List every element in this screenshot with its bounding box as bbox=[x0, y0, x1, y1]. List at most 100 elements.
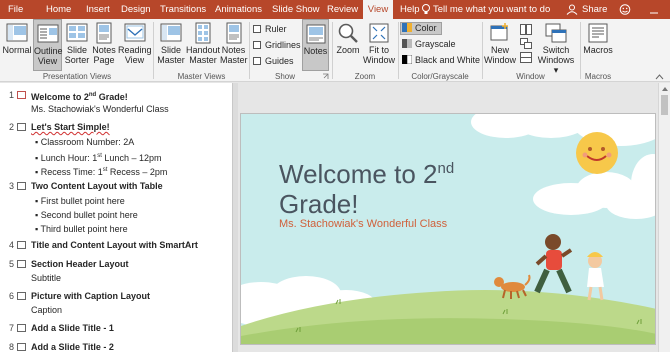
tab-review[interactable]: Review bbox=[327, 0, 358, 19]
notes-page-button[interactable]: Notes Page bbox=[91, 19, 117, 71]
group-label-show: Show bbox=[274, 72, 295, 81]
color-button[interactable]: Color bbox=[402, 22, 437, 35]
smiley-feedback-icon[interactable] bbox=[619, 4, 631, 15]
tab-home[interactable]: Home bbox=[46, 0, 71, 19]
new-window-button[interactable]: New Window bbox=[484, 19, 516, 71]
guides-checkbox[interactable]: Guides bbox=[253, 55, 294, 68]
outline-title[interactable]: Let's Start Simple! bbox=[31, 119, 110, 135]
lightbulb-icon bbox=[422, 4, 430, 14]
outline-title[interactable]: Add a Slide Title - 2 bbox=[31, 339, 114, 352]
tab-slide-show[interactable]: Slide Show bbox=[272, 0, 320, 19]
scroll-up-arrow-icon[interactable] bbox=[660, 85, 670, 93]
notes-page-icon bbox=[96, 22, 112, 44]
outline-title[interactable]: Add a Slide Title - 1 bbox=[31, 320, 114, 336]
group-label-macros: Macros bbox=[584, 72, 612, 81]
slide-thumbnail-icon bbox=[17, 91, 26, 99]
grayscale-swatch-icon bbox=[402, 39, 412, 48]
tab-view[interactable]: View bbox=[363, 0, 393, 19]
macros-icon bbox=[588, 23, 608, 43]
tell-me-search[interactable]: Tell me what you want to do bbox=[433, 0, 550, 19]
reading-view-button[interactable]: Reading View bbox=[118, 19, 152, 71]
outline-subtitle[interactable]: Subtitle bbox=[0, 270, 232, 286]
slide-thumbnail-icon bbox=[17, 123, 26, 131]
gridlines-checkbox[interactable]: Gridlines bbox=[253, 39, 301, 52]
group-separator bbox=[153, 22, 154, 79]
tab-insert[interactable]: Insert bbox=[86, 0, 110, 19]
outline-subtitle[interactable]: Ms. Stachowiak's Wonderful Class bbox=[0, 101, 232, 117]
checkbox-box bbox=[253, 41, 261, 49]
slide-canvas[interactable]: Welcome to 2nd Grade! Ms. Stachowiak's W… bbox=[240, 113, 656, 345]
share-button[interactable]: Share bbox=[582, 0, 607, 19]
notes-master-icon bbox=[226, 22, 241, 44]
tab-animations[interactable]: Animations bbox=[215, 0, 262, 19]
kids-and-dog-illustration bbox=[494, 234, 604, 301]
handout-master-icon bbox=[195, 22, 211, 44]
tab-help[interactable]: Help bbox=[400, 0, 420, 19]
vertical-scrollbar[interactable] bbox=[658, 83, 670, 352]
slide-thumbnail-icon bbox=[17, 182, 26, 190]
outline-bullet[interactable]: ▪ Third bullet point here bbox=[0, 221, 232, 237]
checkbox-box bbox=[253, 57, 261, 65]
normal-view-icon bbox=[6, 23, 28, 42]
outline-slide-3[interactable]: 3 Two Content Layout with Table bbox=[0, 178, 232, 194]
outline-slide-8[interactable]: 8 Add a Slide Title - 2 bbox=[0, 339, 232, 352]
ruler-checkbox[interactable]: Ruler bbox=[253, 23, 287, 36]
slide-title[interactable]: Welcome to 2nd Grade! bbox=[279, 154, 599, 219]
minimize-ribbon-icon[interactable] bbox=[648, 4, 660, 15]
switch-windows-icon bbox=[545, 23, 567, 43]
move-split-icon[interactable] bbox=[520, 52, 532, 63]
slide-sorter-button[interactable]: Slide Sorter bbox=[63, 19, 91, 71]
group-label-presentation-views: Presentation Views bbox=[42, 72, 112, 81]
group-label-color-grayscale: Color/Grayscale bbox=[411, 72, 469, 81]
outline-pane[interactable]: 1 Welcome to 2nd Grade! Ms. Stachowiak's… bbox=[0, 83, 232, 352]
dialog-launcher-icon[interactable] bbox=[322, 73, 329, 80]
outline-view-button[interactable]: Outline View bbox=[33, 19, 63, 71]
handout-master-button[interactable]: Handout Master bbox=[186, 19, 220, 71]
slide-subtitle[interactable]: Ms. Stachowiak's Wonderful Class bbox=[279, 218, 447, 230]
ribbon-view: Normal Outline View Slide Sorter Notes P… bbox=[0, 19, 670, 82]
checkbox-box bbox=[253, 25, 261, 33]
switch-windows-button[interactable]: Switch Windows ▾ bbox=[536, 19, 576, 75]
slide-master-button[interactable]: Slide Master bbox=[156, 19, 186, 71]
macros-button[interactable]: Macros bbox=[582, 19, 614, 71]
outline-slide-4[interactable]: 4 Title and Content Layout with SmartArt bbox=[0, 237, 232, 253]
tab-design[interactable]: Design bbox=[121, 0, 151, 19]
reading-view-icon bbox=[124, 23, 145, 42]
grayscale-button[interactable]: Grayscale bbox=[402, 38, 456, 51]
outline-slide-7[interactable]: 7 Add a Slide Title - 1 bbox=[0, 320, 232, 336]
group-label-window: Window bbox=[516, 72, 545, 81]
black-white-swatch-icon bbox=[402, 54, 413, 65]
arrange-all-icon[interactable] bbox=[520, 24, 532, 35]
slide-thumbnail-icon bbox=[17, 260, 26, 268]
slide-master-icon bbox=[160, 23, 182, 42]
group-label-master-views: Master Views bbox=[177, 72, 226, 81]
outline-bullet[interactable]: ▪ Recess Time: 1st Recess – 2pm bbox=[0, 162, 232, 178]
scroll-thumb[interactable] bbox=[661, 95, 668, 115]
collapse-ribbon-icon[interactable] bbox=[655, 73, 664, 80]
slide-thumbnail-icon bbox=[17, 343, 26, 351]
outline-title[interactable]: Title and Content Layout with SmartArt bbox=[31, 237, 198, 253]
slide-sorter-icon bbox=[66, 23, 88, 42]
group-label-zoom: Zoom bbox=[354, 72, 376, 81]
share-icon[interactable] bbox=[566, 4, 578, 15]
tab-transitions[interactable]: Transitions bbox=[160, 0, 206, 19]
outline-slide-2[interactable]: 2 Let's Start Simple! bbox=[0, 119, 232, 135]
color-swatch-icon bbox=[402, 23, 412, 32]
notes-toggle-button[interactable]: Notes bbox=[302, 19, 329, 71]
notes-master-button[interactable]: Notes Master bbox=[220, 19, 248, 71]
cascade-icon[interactable] bbox=[520, 38, 532, 49]
zoom-button[interactable]: Zoom bbox=[334, 19, 362, 71]
notes-icon bbox=[306, 24, 325, 44]
outline-view-icon bbox=[37, 24, 58, 43]
slide-thumbnail-icon bbox=[17, 241, 26, 249]
slide-thumbnail-icon bbox=[17, 292, 26, 300]
tab-file[interactable]: File bbox=[8, 0, 23, 19]
normal-view-button[interactable]: Normal bbox=[2, 19, 32, 71]
black-and-white-button[interactable]: Black and White bbox=[402, 54, 480, 67]
fit-to-window-button[interactable]: Fit to Window bbox=[362, 19, 396, 71]
new-window-icon bbox=[490, 23, 508, 41]
magnifier-icon bbox=[338, 23, 358, 43]
outline-title[interactable]: Two Content Layout with Table bbox=[31, 178, 163, 194]
outline-subtitle[interactable]: Caption bbox=[0, 302, 232, 318]
ribbon-tab-bar: File Home Insert Design Transitions Anim… bbox=[0, 0, 670, 19]
